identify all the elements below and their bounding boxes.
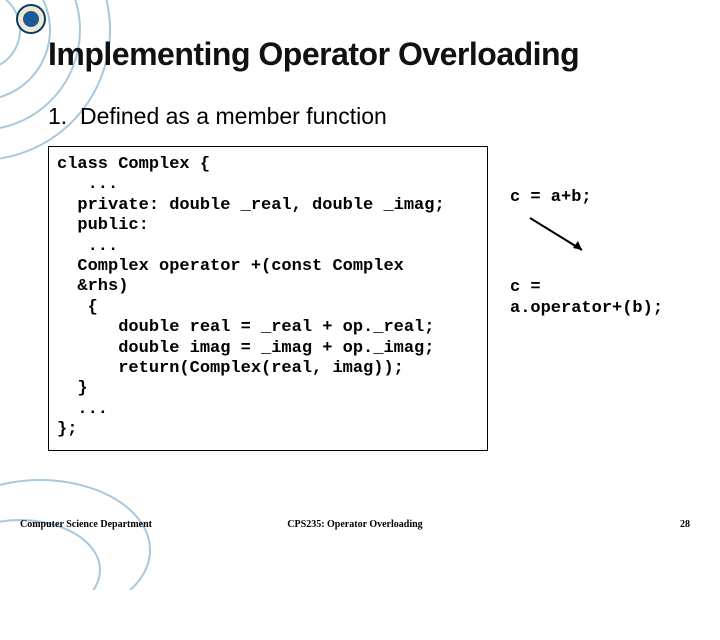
- page-number: 28: [467, 519, 690, 530]
- short-expression: c = a+b;: [510, 188, 663, 208]
- institution-logo: [16, 4, 46, 34]
- decorative-bg-arc: [0, 430, 180, 590]
- expanded-expression-line2: a.operator+(b);: [510, 299, 663, 319]
- expanded-expression-line1: c =: [510, 278, 663, 298]
- arrow-icon: [524, 214, 594, 260]
- slide-footer: Computer Science Department CPS235: Oper…: [0, 519, 720, 530]
- annotation-panel: c = a+b; c = a.operator+(b);: [510, 146, 663, 319]
- footer-department: Computer Science Department: [20, 519, 243, 530]
- slide-title: Implementing Operator Overloading: [48, 36, 682, 73]
- footer-course: CPS235: Operator Overloading: [243, 519, 466, 530]
- slide-subtitle: 1. Defined as a member function: [48, 103, 682, 130]
- code-block: class Complex { ... private: double _rea…: [48, 146, 488, 451]
